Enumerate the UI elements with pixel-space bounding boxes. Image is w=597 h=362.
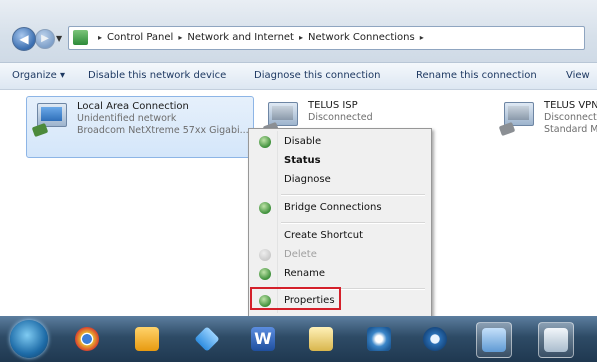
taskbar-app-chrome[interactable]	[70, 322, 104, 356]
taskbar-app-word[interactable]: W	[246, 322, 280, 356]
taskbar-app-outlook[interactable]	[130, 322, 164, 356]
chrome-icon	[75, 327, 99, 351]
breadcrumb-separator: ▸	[298, 33, 303, 42]
menu-item-disable[interactable]: Disable	[251, 132, 427, 152]
media-player-icon	[423, 327, 447, 351]
control-panel-icon	[73, 30, 88, 45]
shield-icon	[259, 202, 271, 214]
view-button[interactable]: View	[566, 63, 590, 89]
taskbar-app-dropbox[interactable]	[190, 322, 224, 356]
command-toolbar: Organize ▾ Disable this network device D…	[0, 63, 597, 90]
connection-status: Unidentified network	[77, 113, 177, 124]
taskbar-app-paint[interactable]	[538, 322, 574, 358]
connection-telus-vpn[interactable]: TELUS VPN Disconnect Standard M	[494, 96, 597, 156]
connection-status: Disconnected	[308, 112, 373, 123]
dropbox-icon	[194, 326, 220, 352]
back-button[interactable]: ◀	[12, 27, 36, 51]
connection-status: Disconnect	[544, 112, 597, 123]
menu-item-rename[interactable]: Rename	[251, 264, 427, 284]
menu-item-create-shortcut[interactable]: Create Shortcut	[251, 226, 427, 246]
taskbar-app-media-player[interactable]	[418, 322, 452, 356]
disable-device-button[interactable]: Disable this network device	[88, 63, 226, 89]
taskbar-app-folder[interactable]	[304, 322, 338, 356]
menu-separator	[281, 222, 425, 224]
breadcrumb-control-panel[interactable]: Control Panel	[107, 32, 173, 43]
menu-item-label: Diagnose	[284, 174, 331, 185]
rename-connection-button[interactable]: Rename this connection	[416, 63, 537, 89]
breadcrumb-network-internet[interactable]: Network and Internet	[187, 32, 294, 43]
network-icon	[367, 327, 391, 351]
forward-arrow-icon: ▶	[41, 33, 49, 44]
menu-item-status[interactable]: Status	[251, 151, 427, 171]
menu-item-label: Create Shortcut	[284, 230, 363, 241]
menu-item-label: Delete	[284, 249, 317, 260]
address-bar[interactable]: ▸ Control Panel ▸ Network and Internet ▸ Netw…	[68, 26, 585, 50]
explorer-titlebar: ◀ ▶ ▼ ▸ Control Panel ▸ Network and Interne…	[0, 0, 597, 63]
shield-icon	[259, 136, 271, 148]
forward-button[interactable]: ▶	[35, 29, 55, 49]
taskbar-app-network[interactable]	[362, 322, 396, 356]
breadcrumb: ▸ Control Panel ▸ Network and Internet ▸ Netw…	[93, 27, 429, 49]
connection-name: TELUS ISP	[308, 100, 358, 111]
connection-device: Broadcom NetXtreme 57xx Gigabi...	[77, 125, 249, 136]
taskbar: W	[0, 316, 597, 362]
connection-local-area[interactable]: Local Area Connection Unidentified netwo…	[26, 96, 254, 158]
menu-item-delete: Delete	[251, 245, 427, 265]
menu-item-label: Rename	[284, 268, 326, 279]
network-adapter-icon	[31, 103, 71, 138]
control-panel-icon	[482, 328, 506, 352]
menu-item-label: Disable	[284, 136, 322, 147]
breadcrumb-network-connections[interactable]: Network Connections	[308, 32, 415, 43]
menu-separator	[281, 194, 425, 196]
connection-name: Local Area Connection	[77, 101, 189, 112]
diagnose-connection-button[interactable]: Diagnose this connection	[254, 63, 380, 89]
properties-highlight-box	[250, 287, 341, 310]
connection-name: TELUS VPN	[544, 100, 597, 111]
recent-pages-dropdown[interactable]: ▼	[56, 34, 62, 43]
outlook-icon	[135, 327, 159, 351]
start-button[interactable]	[10, 320, 48, 358]
breadcrumb-separator: ▸	[178, 33, 183, 42]
connection-device: Standard M	[544, 124, 597, 135]
taskbar-app-control-panel[interactable]	[476, 322, 512, 358]
menu-item-bridge-connections[interactable]: Bridge Connections	[251, 198, 427, 218]
network-adapter-icon	[498, 102, 538, 137]
folder-icon	[309, 327, 333, 351]
menu-item-label: Bridge Connections	[284, 202, 382, 213]
word-icon: W	[251, 327, 275, 351]
back-arrow-icon: ◀	[19, 32, 29, 46]
shield-icon	[259, 268, 271, 280]
paint-icon	[544, 328, 568, 352]
menu-item-diagnose[interactable]: Diagnose	[251, 170, 427, 190]
shield-icon	[259, 249, 271, 261]
organize-button[interactable]: Organize ▾	[12, 63, 65, 89]
breadcrumb-separator: ▸	[419, 33, 424, 42]
menu-item-label: Status	[284, 155, 321, 166]
breadcrumb-separator: ▸	[98, 33, 103, 42]
